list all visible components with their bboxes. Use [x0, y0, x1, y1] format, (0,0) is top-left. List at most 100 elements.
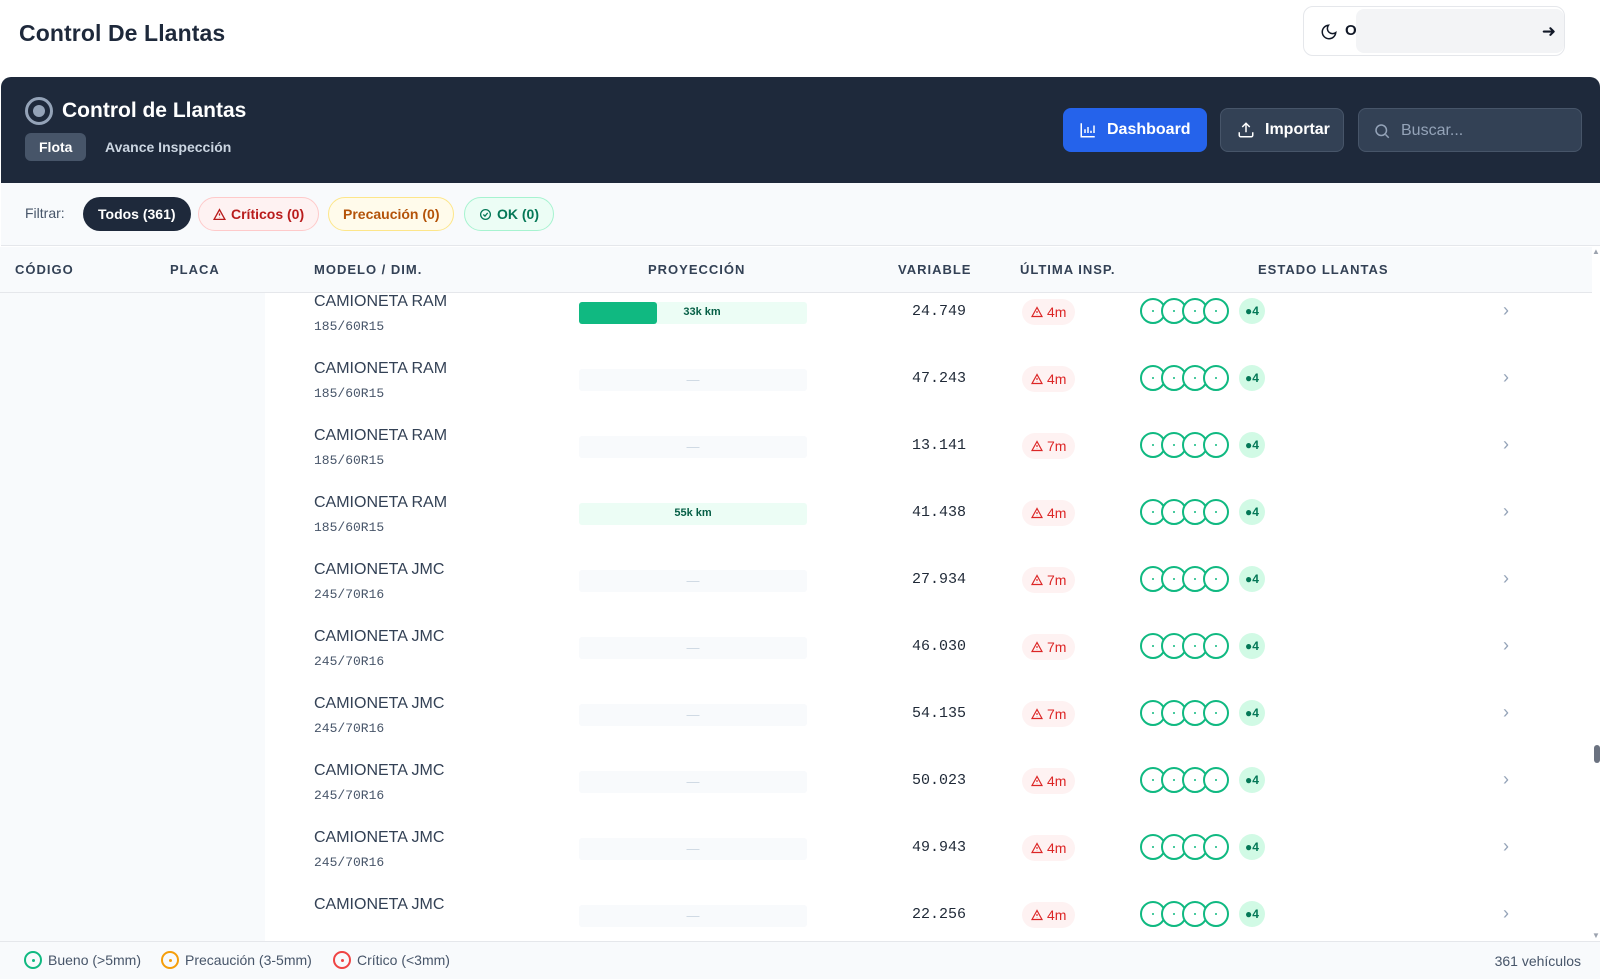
table-scrollbar[interactable]: ▲ ▼ — [1592, 247, 1600, 941]
variable-value: 50.023 — [911, 772, 966, 789]
top-bar: Control De Llantas O ➜ — [0, 0, 1600, 76]
last-inspection-badge: 4m — [1022, 835, 1076, 861]
col-variable[interactable]: VARIABLE — [898, 262, 971, 277]
chevron-right-icon[interactable]: › — [1503, 769, 1509, 790]
col-codigo[interactable]: CÓDIGO — [15, 262, 74, 277]
variable-value: 24.749 — [911, 303, 966, 320]
projection-bar: 33k km — [579, 302, 807, 324]
warning-triangle-icon — [1031, 306, 1043, 318]
moon-icon[interactable] — [1320, 23, 1338, 41]
chevron-right-icon[interactable]: › — [1503, 568, 1509, 589]
filter-todos-chip[interactable]: Todos (361) — [83, 197, 191, 231]
table-row[interactable]: CAMIONETA JMC 245/70R16 — 46.030 7m ●4 › — [265, 622, 1592, 690]
last-inspection-value: 4m — [1047, 840, 1067, 856]
user-menu[interactable]: O ➜ — [1303, 6, 1565, 56]
table-row[interactable]: CAMIONETA RAM 185/60R15 — 13.141 7m ●4 › — [265, 421, 1592, 489]
variable-value: 46.030 — [911, 638, 966, 655]
col-estado-llantas[interactable]: ESTADO LLANTAS — [1258, 262, 1389, 277]
tire-dimension: 185/60R15 — [314, 319, 385, 334]
filter-criticos-chip[interactable]: Críticos (0) — [198, 197, 320, 231]
table-row[interactable]: CAMIONETA RAM 185/60R15 — 47.243 4m ●4 › — [265, 354, 1592, 422]
chevron-right-icon[interactable]: › — [1503, 702, 1509, 723]
model-name: CAMIONETA JMC — [314, 561, 445, 578]
variable-value: 22.256 — [911, 906, 966, 923]
table-row[interactable]: CAMIONETA JMC 245/70R16 — 49.943 4m ●4 › — [265, 823, 1592, 891]
table-body: CAMIONETA RAM 185/60R15 33k km 24.749 4m ●4 › C… — [0, 293, 1592, 941]
table-row[interactable]: CAMIONETA JMC 245/70R16 — 50.023 4m ●4 › — [265, 756, 1592, 824]
chevron-right-icon[interactable]: › — [1503, 300, 1509, 321]
chevron-right-icon[interactable]: › — [1503, 367, 1509, 388]
tire-dimension: 245/70R16 — [314, 788, 385, 803]
upload-icon — [1238, 122, 1254, 138]
filter-ok-label: OK (0) — [497, 206, 539, 222]
ok-tire-count: ●4 — [1239, 767, 1265, 793]
chevron-right-icon[interactable]: › — [1503, 836, 1509, 857]
legend-footer: Bueno (>5mm) Precaución (3-5mm) Crítico … — [0, 941, 1600, 979]
scroll-thumb[interactable] — [1594, 745, 1600, 763]
warning-triangle-icon — [1031, 708, 1043, 720]
projection-label: 33k km — [683, 306, 721, 318]
filter-label: Filtrar: — [25, 205, 65, 221]
projection-bar: — — [579, 570, 807, 592]
tire-status-group — [1140, 633, 1229, 659]
col-placa[interactable]: PLACA — [170, 262, 220, 277]
tire-status-group — [1140, 700, 1229, 726]
projection-label: — — [686, 439, 700, 454]
projection-label: — — [686, 841, 700, 856]
table-row[interactable]: CAMIONETA JMC 245/70R16 — 27.934 7m ●4 › — [265, 555, 1592, 623]
tire-status-group — [1140, 432, 1229, 458]
last-inspection-value: 7m — [1047, 572, 1067, 588]
tire-good-icon — [1203, 298, 1229, 324]
table-row[interactable]: CAMIONETA RAM 185/60R15 55k km 41.438 4m ●4 › — [265, 488, 1592, 556]
tire-status-group — [1140, 298, 1229, 324]
filter-precaucion-chip[interactable]: Precaución (0) — [328, 197, 455, 231]
projection-label: 55k km — [674, 507, 712, 519]
col-ultima-insp[interactable]: ÚLTIMA INSP. — [1020, 262, 1116, 277]
chevron-right-icon[interactable]: › — [1503, 903, 1509, 924]
scroll-up-icon[interactable]: ▲ — [1592, 247, 1600, 256]
filter-bar: Filtrar: Todos (361) Críticos (0) Precau… — [1, 183, 1600, 246]
model-name: CAMIONETA RAM — [314, 360, 448, 377]
user-initial: O — [1345, 22, 1357, 39]
projection-label: — — [686, 774, 700, 789]
bar-chart-icon — [1080, 123, 1095, 138]
table-header: CÓDIGO PLACA MODELO / DIM. PROYECCIÓN VA… — [0, 247, 1592, 293]
model-name: CAMIONETA RAM — [314, 494, 448, 511]
chevron-right-icon[interactable]: › — [1503, 501, 1509, 522]
projection-label: — — [686, 640, 700, 655]
ok-tire-count: ●4 — [1239, 499, 1265, 525]
tire-good-icon — [1203, 901, 1229, 927]
projection-label: — — [686, 372, 700, 387]
col-modelo[interactable]: MODELO / DIM. — [314, 262, 422, 277]
table-row[interactable]: CAMIONETA JMC 245/70R16 — 54.135 7m ●4 › — [265, 689, 1592, 757]
last-inspection-badge: 7m — [1022, 567, 1076, 593]
search-box[interactable] — [1358, 108, 1582, 152]
search-input[interactable] — [1401, 119, 1571, 143]
last-inspection-value: 4m — [1047, 371, 1067, 387]
tire-good-icon — [1203, 365, 1229, 391]
dashboard-button[interactable]: Dashboard — [1063, 108, 1207, 152]
last-inspection-value: 4m — [1047, 907, 1067, 923]
scroll-down-icon[interactable]: ▼ — [1592, 931, 1600, 940]
legend-precaucion-label: Precaución (3-5mm) — [185, 952, 312, 968]
projection-label: — — [686, 707, 700, 722]
tire-dimension: 245/70R16 — [314, 587, 385, 602]
model-name: CAMIONETA JMC — [314, 695, 445, 712]
last-inspection-badge: 4m — [1022, 299, 1076, 325]
legend-precaucion: Precaución (3-5mm) — [161, 951, 312, 969]
filter-ok-chip[interactable]: OK (0) — [464, 197, 554, 231]
variable-value: 27.934 — [911, 571, 966, 588]
logout-arrow-icon[interactable]: ➜ — [1542, 22, 1556, 42]
table-row[interactable]: CAMIONETA RAM 185/60R15 33k km 24.749 4m ●4 › — [265, 293, 1592, 355]
variable-value: 49.943 — [911, 839, 966, 856]
tab-flota[interactable]: Flota — [25, 133, 87, 161]
tire-good-icon — [1203, 432, 1229, 458]
table-row[interactable]: CAMIONETA JMC — 22.256 4m ●4 › — [265, 890, 1592, 941]
tab-avance-inspeccion[interactable]: Avance Inspección — [91, 133, 245, 161]
chevron-right-icon[interactable]: › — [1503, 434, 1509, 455]
import-button[interactable]: Importar — [1220, 108, 1344, 152]
variable-value: 41.438 — [911, 504, 966, 521]
col-proyeccion[interactable]: PROYECCIÓN — [648, 262, 745, 277]
app-title: Control de Llantas — [62, 99, 247, 122]
chevron-right-icon[interactable]: › — [1503, 635, 1509, 656]
